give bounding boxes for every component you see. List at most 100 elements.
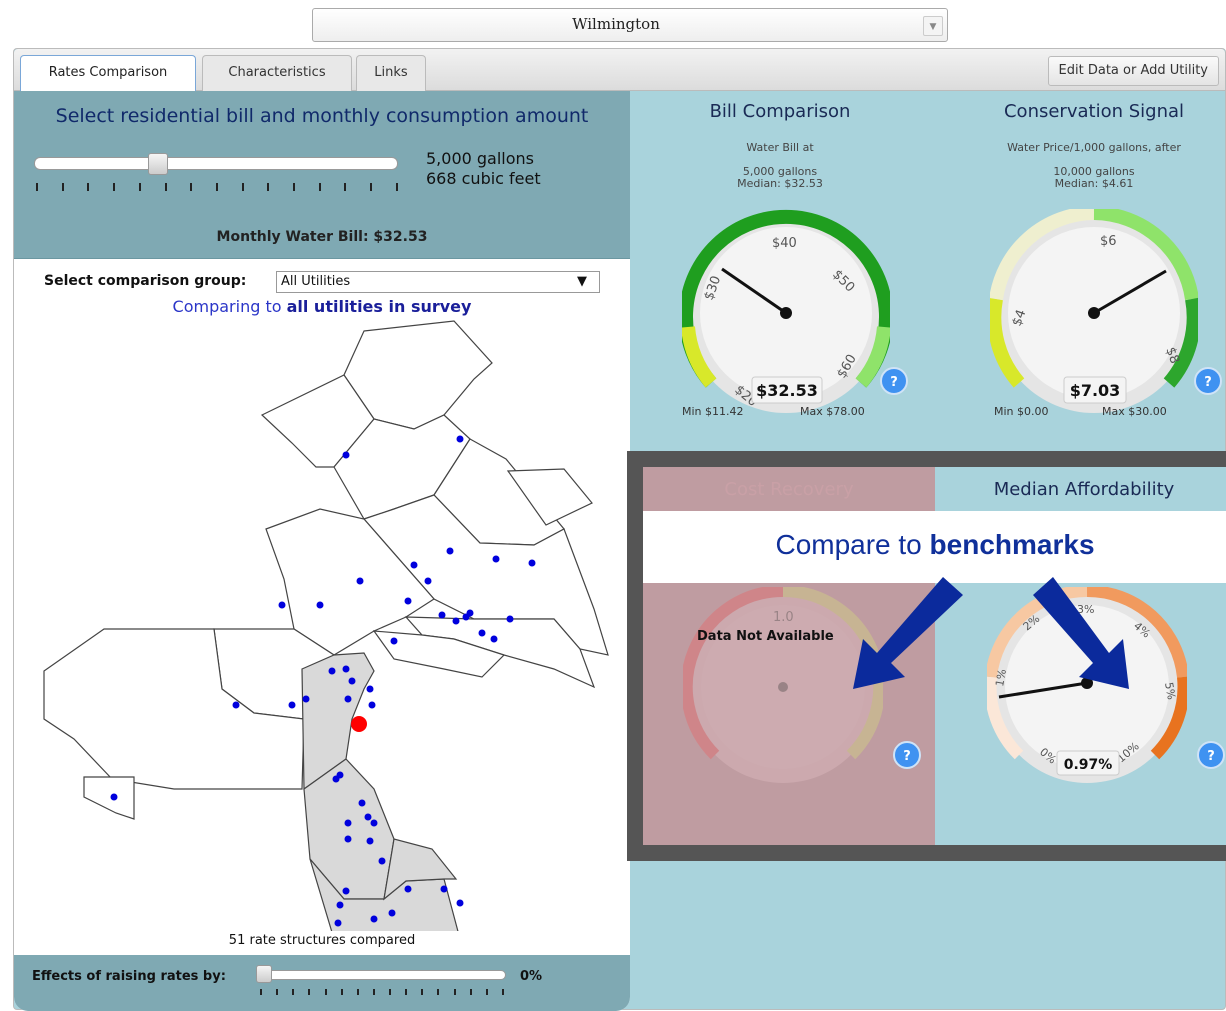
utility-dot[interactable] bbox=[378, 857, 386, 865]
utility-dot[interactable] bbox=[364, 813, 372, 821]
tab-characteristics[interactable]: Characteristics bbox=[202, 55, 352, 91]
bill-gauge-value: $32.53 bbox=[756, 381, 818, 400]
utility-dot[interactable] bbox=[368, 701, 376, 709]
conservation-help-button[interactable]: ? bbox=[1194, 367, 1222, 395]
consumption-header: Select residential bill and monthly cons… bbox=[14, 91, 630, 259]
conservation-sub3: Median: $4.61 bbox=[1054, 177, 1134, 190]
raise-rates-slider-handle[interactable] bbox=[256, 965, 272, 983]
cost-recovery-message: Data Not Available bbox=[697, 629, 834, 644]
comparison-note-prefix: Comparing to bbox=[172, 297, 287, 316]
conservation-sub1: Water Price/1,000 gallons, after bbox=[1007, 141, 1181, 154]
utility-select[interactable]: Wilmington ▼ bbox=[312, 8, 948, 42]
raise-rates-label: Effects of raising rates by: bbox=[32, 969, 226, 984]
selected-utility-marker[interactable] bbox=[351, 716, 367, 732]
utility-dot[interactable] bbox=[456, 899, 464, 907]
utility-dot[interactable] bbox=[348, 677, 356, 685]
chevron-down-icon: ▼ bbox=[577, 274, 587, 289]
map-region[interactable] bbox=[83, 776, 135, 820]
raise-rates-ticks bbox=[260, 989, 504, 995]
utility-dot[interactable] bbox=[490, 635, 498, 643]
conservation-gauge: $4 $6 $8 $7.03 bbox=[990, 209, 1198, 413]
edit-data-button[interactable]: Edit Data or Add Utility bbox=[1047, 56, 1219, 86]
utility-dot[interactable] bbox=[404, 597, 412, 605]
utility-dot[interactable] bbox=[344, 835, 352, 843]
comparison-note-bold: all utilities in survey bbox=[286, 297, 472, 316]
cost-recovery-help-button[interactable]: ? bbox=[893, 741, 921, 769]
utility-dot[interactable] bbox=[478, 629, 486, 637]
affordability-help-button[interactable]: ? bbox=[1197, 741, 1225, 769]
utility-dot[interactable] bbox=[302, 695, 310, 703]
utility-dot[interactable] bbox=[356, 577, 364, 585]
arrow-icon bbox=[853, 577, 963, 689]
conservation-min: Min $0.00 bbox=[994, 405, 1049, 418]
affordability-title: Median Affordability bbox=[993, 479, 1175, 500]
bill-min: Min $11.42 bbox=[682, 405, 744, 418]
conservation-tick-6: $6 bbox=[1100, 234, 1117, 249]
utility-dot[interactable] bbox=[440, 885, 448, 893]
conservation-title: Conservation Signal bbox=[1003, 101, 1185, 122]
tab-links[interactable]: Links bbox=[356, 55, 426, 91]
utility-dot[interactable] bbox=[390, 637, 398, 645]
bill-comparison-sub1: Water Bill at bbox=[746, 141, 814, 154]
utility-dot[interactable] bbox=[342, 665, 350, 673]
app-window: Rates Comparison Characteristics Links E… bbox=[13, 48, 1226, 1011]
chevron-down-icon[interactable]: ▼ bbox=[923, 16, 943, 36]
raise-rates-value: 0% bbox=[520, 969, 543, 984]
utility-dot[interactable] bbox=[342, 887, 350, 895]
consumption-slider-handle[interactable] bbox=[147, 153, 168, 175]
bill-comparison-title: Bill Comparison bbox=[709, 101, 851, 122]
utility-dot[interactable] bbox=[370, 915, 378, 923]
utility-dot[interactable] bbox=[232, 701, 240, 709]
monthly-bill: Monthly Water Bill: $32.53 bbox=[216, 229, 428, 245]
cost-recovery-tick: 1.0 bbox=[773, 610, 794, 625]
utility-dot[interactable] bbox=[332, 775, 340, 783]
benchmarks-banner-text: Compare to benchmarks bbox=[643, 529, 1226, 561]
utility-dot[interactable] bbox=[388, 909, 396, 917]
bill-help-button[interactable]: ? bbox=[880, 367, 908, 395]
raise-rates-slider[interactable] bbox=[256, 970, 506, 980]
consumption-ticks bbox=[36, 183, 398, 191]
rates-panel: Select residential bill and monthly cons… bbox=[14, 91, 630, 1011]
utility-dot[interactable] bbox=[278, 601, 286, 609]
utility-dot[interactable] bbox=[370, 819, 378, 827]
comparison-group-select[interactable]: All Utilities ▼ bbox=[276, 271, 600, 293]
utility-dot[interactable] bbox=[334, 919, 342, 927]
utility-dot[interactable] bbox=[316, 601, 324, 609]
utility-dot[interactable] bbox=[366, 685, 374, 693]
utility-dot[interactable] bbox=[110, 793, 118, 801]
consumption-gallons: 5,000 gallons bbox=[426, 149, 535, 168]
utility-dot[interactable] bbox=[446, 547, 454, 555]
utility-dot[interactable] bbox=[336, 901, 344, 909]
comparison-group-value: All Utilities bbox=[281, 274, 351, 289]
utility-select-value: Wilmington bbox=[572, 15, 660, 33]
utility-map[interactable] bbox=[34, 319, 614, 931]
tab-bar: Rates Comparison Characteristics Links E… bbox=[14, 49, 1225, 91]
utility-dot[interactable] bbox=[466, 609, 474, 617]
utility-dot[interactable] bbox=[342, 451, 350, 459]
utility-dot[interactable] bbox=[288, 701, 296, 709]
utility-dot[interactable] bbox=[410, 561, 418, 569]
benchmark-arrows bbox=[853, 577, 1129, 689]
consumption-slider[interactable] bbox=[34, 157, 398, 170]
utility-dot[interactable] bbox=[344, 819, 352, 827]
benchmarks-highlight-box: Cost Recovery 1.0 Data Not Available ? M… bbox=[627, 451, 1226, 861]
utility-dot[interactable] bbox=[456, 435, 464, 443]
bill-max: Max $78.00 bbox=[800, 405, 865, 418]
tab-rates-comparison[interactable]: Rates Comparison bbox=[20, 55, 196, 91]
utility-dot[interactable] bbox=[328, 667, 336, 675]
utility-dot[interactable] bbox=[452, 617, 460, 625]
utility-dot[interactable] bbox=[404, 885, 412, 893]
comparison-group-label: Select comparison group: bbox=[44, 273, 247, 289]
utility-dot[interactable] bbox=[344, 695, 352, 703]
utility-dot[interactable] bbox=[492, 555, 500, 563]
utility-dot[interactable] bbox=[366, 837, 374, 845]
utility-dot[interactable] bbox=[506, 615, 514, 623]
utility-dot[interactable] bbox=[424, 577, 432, 585]
arrow-icon bbox=[1033, 577, 1129, 689]
utility-dot[interactable] bbox=[438, 611, 446, 619]
consumption-title: Select residential bill and monthly cons… bbox=[55, 105, 589, 127]
conservation-gauge-value: $7.03 bbox=[1070, 381, 1121, 400]
utility-dot[interactable] bbox=[528, 559, 536, 567]
utility-dot[interactable] bbox=[358, 799, 366, 807]
conservation-max: Max $30.00 bbox=[1102, 405, 1167, 418]
